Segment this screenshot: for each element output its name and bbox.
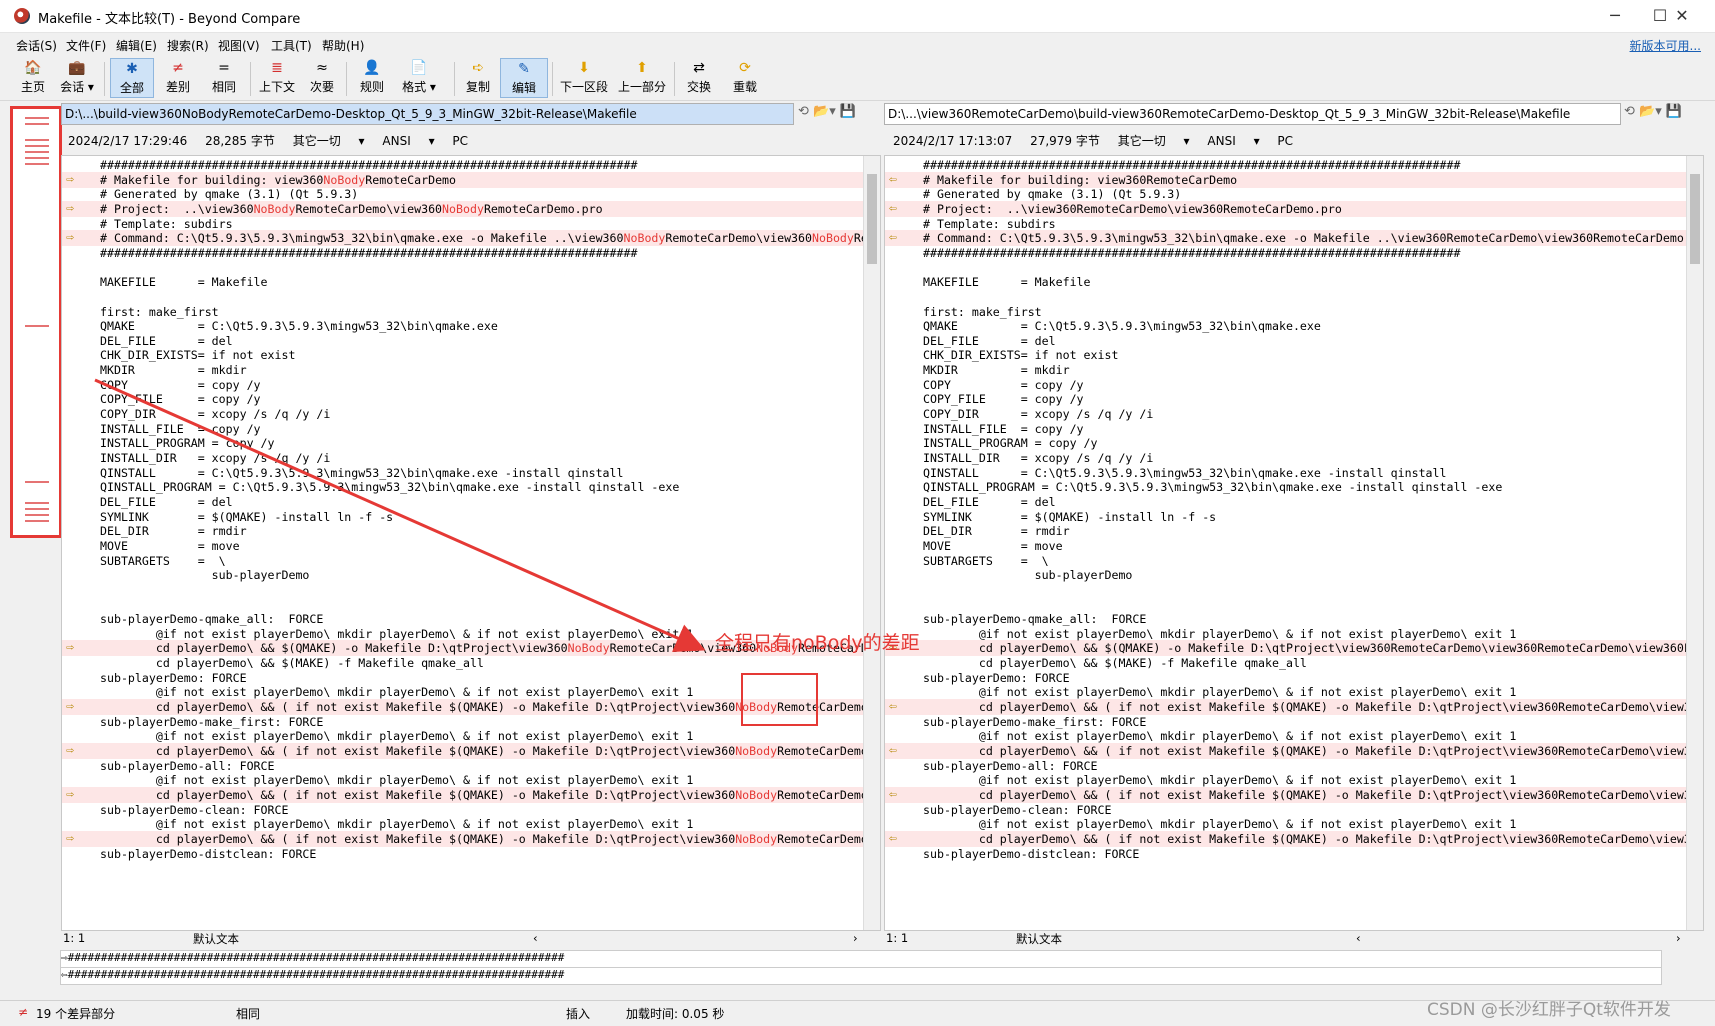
not-equal-icon: ≠	[18, 1005, 29, 1019]
watermark: CSDN @长沙红胖子Qt软件开发	[1427, 1000, 1671, 1020]
annotation-arrow	[94, 378, 706, 652]
annotation-text: 全程只有noBody的差距	[715, 632, 920, 654]
annotation-highlight-box	[741, 673, 818, 726]
status-same: 相同	[236, 1007, 261, 1021]
insert-mode: 插入	[566, 1007, 591, 1021]
diff-count: 19 个差异部分	[36, 1007, 116, 1021]
load-time: 加载时间: 0.05 秒	[626, 1007, 725, 1021]
